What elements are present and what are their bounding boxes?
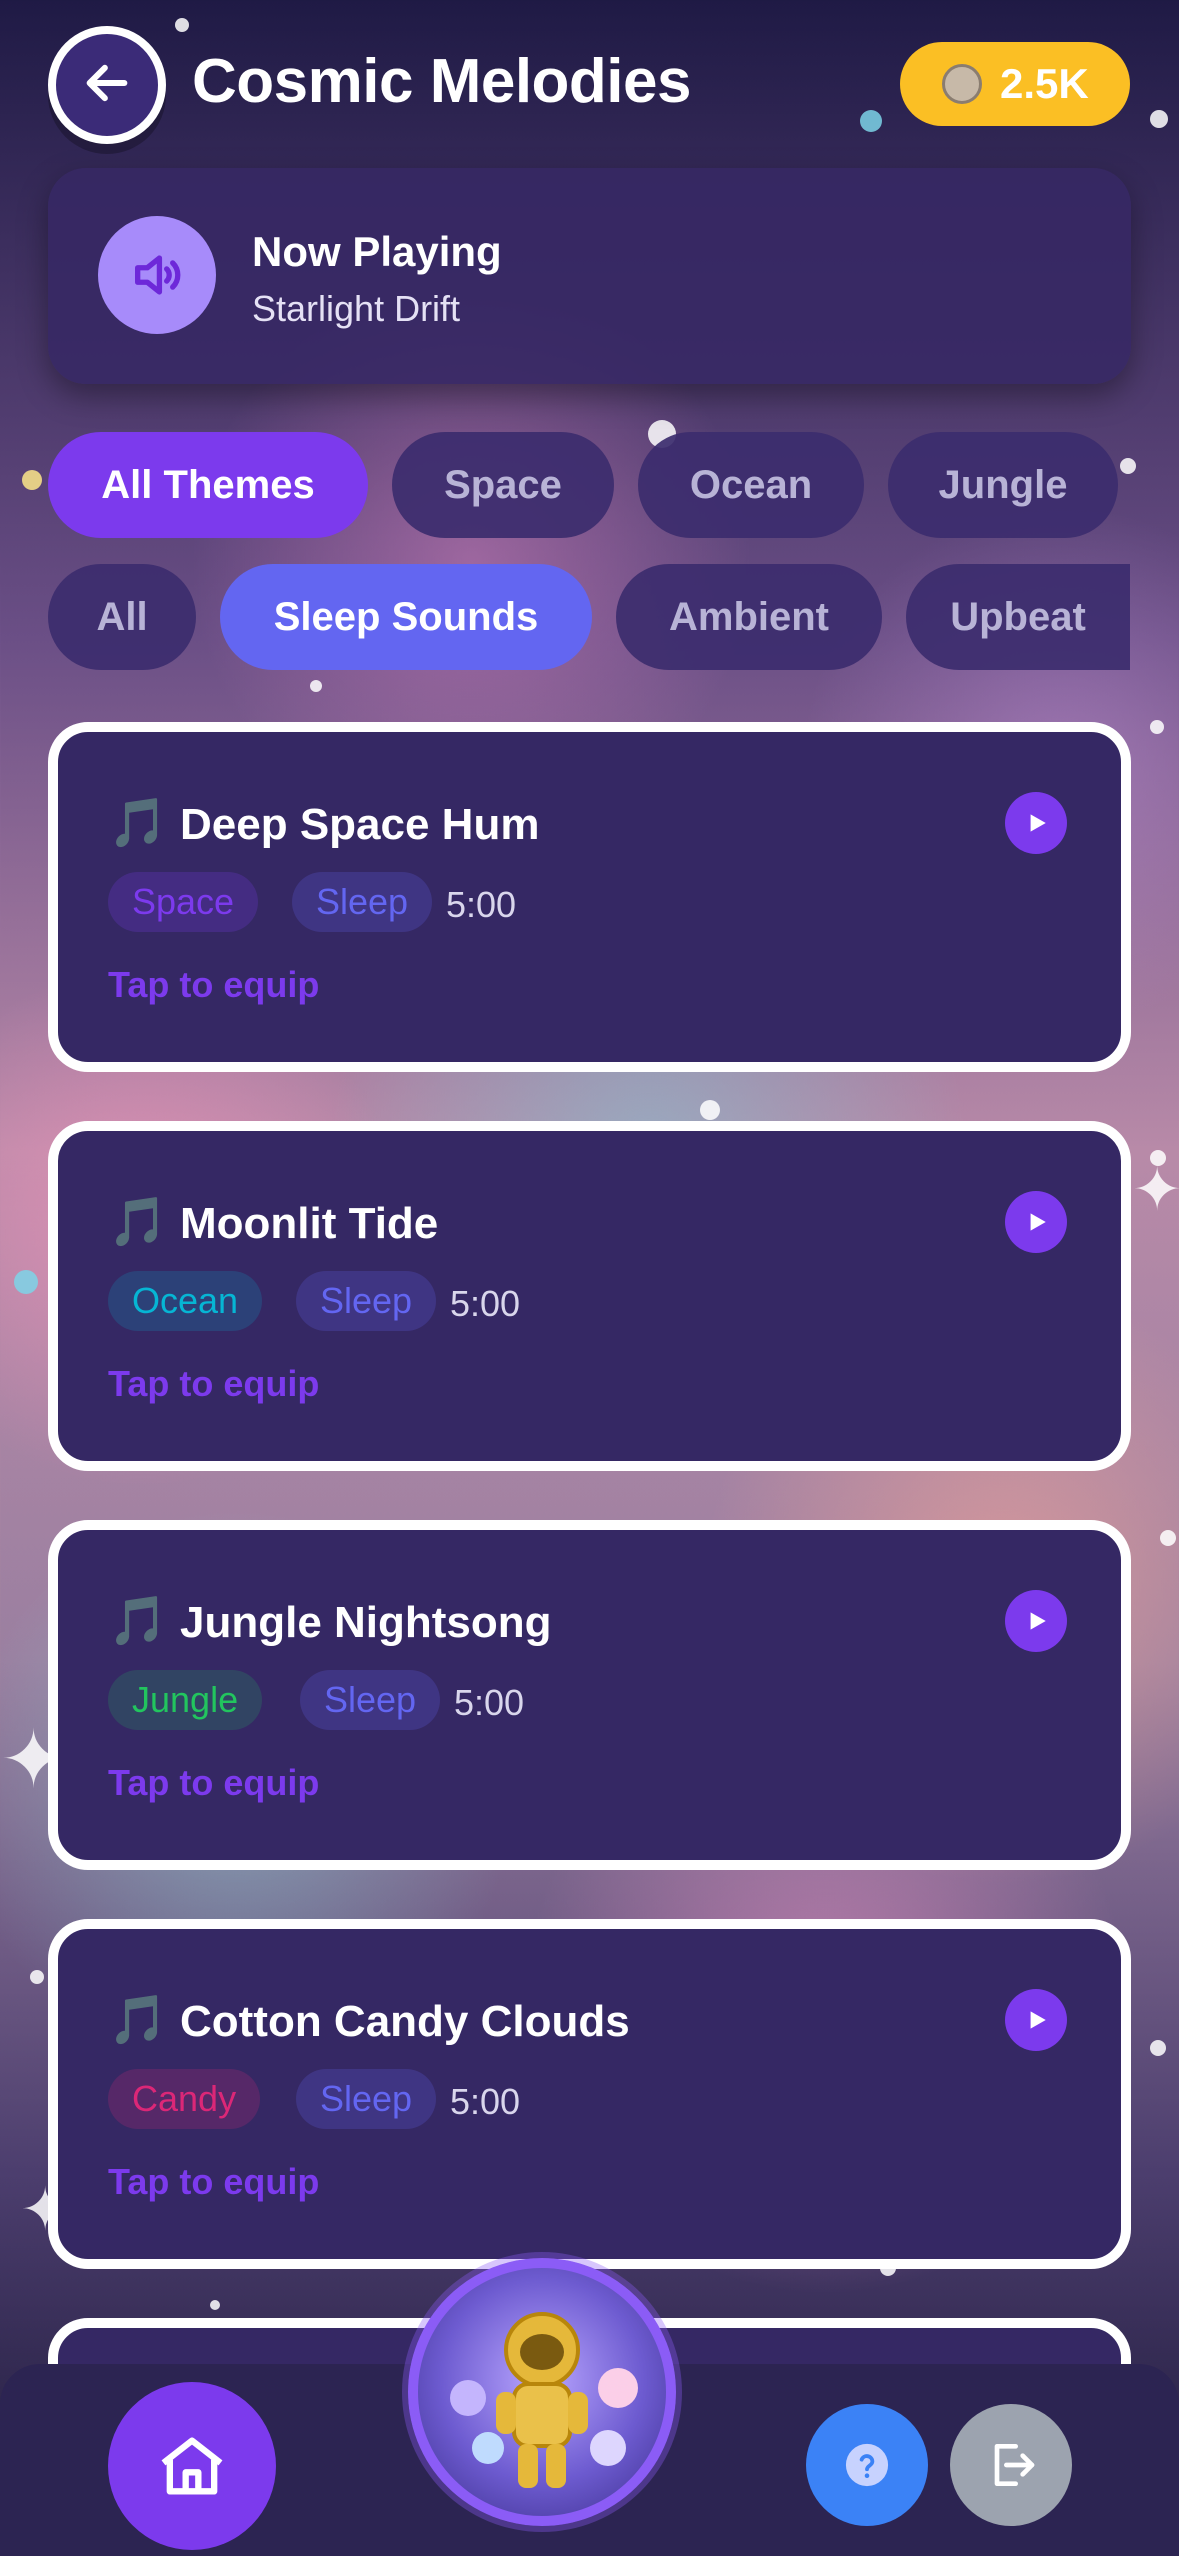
category-tag: Sleep [292, 872, 433, 932]
astronaut-avatar-icon [450, 2312, 638, 2488]
equip-link[interactable]: Tap to equip [108, 2161, 319, 2203]
arrow-left-icon [81, 57, 133, 114]
music-note-icon: 🎵 [108, 1196, 168, 1249]
track-duration: 5:00 [450, 1283, 521, 1324]
play-button[interactable] [1005, 1989, 1067, 2051]
astronaut-avatar-button[interactable] [408, 2258, 676, 2526]
track-duration: 5:00 [454, 1682, 525, 1723]
play-button[interactable] [1005, 1191, 1067, 1253]
track-duration: 5:00 [446, 884, 517, 925]
home-icon [161, 2437, 223, 2495]
filter-chip-jungle[interactable]: Jungle [888, 432, 1118, 538]
play-button[interactable] [1005, 1590, 1067, 1652]
track-card[interactable]: 🎵 Jungle Nightsong Jungle Sleep 5:00 Tap… [48, 1520, 1131, 1870]
theme-tag: Space [108, 872, 259, 932]
coin-balance: 2.5K [1000, 60, 1089, 107]
question-icon [845, 2443, 889, 2487]
page-title: Cosmic Melodies [192, 47, 691, 116]
filter-chip-sleep-sounds[interactable]: Sleep Sounds [220, 564, 592, 670]
track-duration: 5:00 [450, 2081, 521, 2122]
now-playing-label: Now Playing [252, 228, 502, 275]
music-note-icon: 🎵 [108, 1994, 168, 2047]
play-icon [1030, 1213, 1046, 1231]
equip-link[interactable]: Tap to equip [108, 964, 319, 1006]
track-title: Jungle Nightsong [180, 1598, 552, 1647]
music-note-icon: 🎵 [108, 797, 168, 850]
filter-chip-upbeat[interactable]: Upbeat [906, 564, 1130, 670]
filter-chip-ambient[interactable]: Ambient [616, 564, 882, 670]
now-playing-panel[interactable]: Now Playing Starlight Drift [48, 168, 1131, 384]
filter-chip-ocean[interactable]: Ocean [638, 432, 864, 538]
play-button[interactable] [1005, 792, 1067, 854]
equip-link[interactable]: Tap to equip [108, 1762, 319, 1804]
play-icon [1030, 2011, 1046, 2029]
play-icon [1030, 1612, 1046, 1630]
home-button[interactable] [108, 2382, 276, 2550]
category-tag: Sleep [300, 1670, 441, 1730]
filter-chip-all-themes[interactable]: All Themes [48, 432, 368, 538]
play-icon [1030, 814, 1046, 832]
music-note-icon: 🎵 [108, 1595, 168, 1648]
logout-button[interactable] [950, 2404, 1072, 2526]
track-title: Moonlit Tide [180, 1199, 439, 1248]
help-button[interactable] [806, 2404, 928, 2526]
theme-tag: Candy [108, 2069, 261, 2129]
filter-chip-all[interactable]: All [48, 564, 196, 670]
astronaut-avatar-icon [942, 64, 982, 104]
category-tag: Sleep [296, 2069, 437, 2129]
track-title: Cotton Candy Clouds [180, 1997, 630, 2046]
speaker-icon [98, 216, 216, 334]
equip-link[interactable]: Tap to equip [108, 1363, 319, 1405]
track-card[interactable]: 🎵 Moonlit Tide Ocean Sleep 5:00 Tap to e… [48, 1121, 1131, 1471]
logout-icon [994, 2444, 1035, 2486]
track-title: Deep Space Hum [180, 800, 540, 849]
track-card[interactable]: 🎵 Deep Space Hum Space Sleep 5:00 Tap to… [48, 722, 1131, 1072]
back-button[interactable] [48, 26, 166, 144]
coin-balance-badge[interactable]: 2.5K [900, 42, 1130, 126]
filter-chip-space[interactable]: Space [392, 432, 614, 538]
theme-tag: Ocean [108, 1271, 263, 1331]
category-tag: Sleep [296, 1271, 437, 1331]
theme-tag: Jungle [108, 1670, 263, 1730]
track-card[interactable]: 🎵 Cotton Candy Clouds Candy Sleep 5:00 T… [48, 1919, 1131, 2269]
now-playing-track: Starlight Drift [252, 288, 461, 329]
